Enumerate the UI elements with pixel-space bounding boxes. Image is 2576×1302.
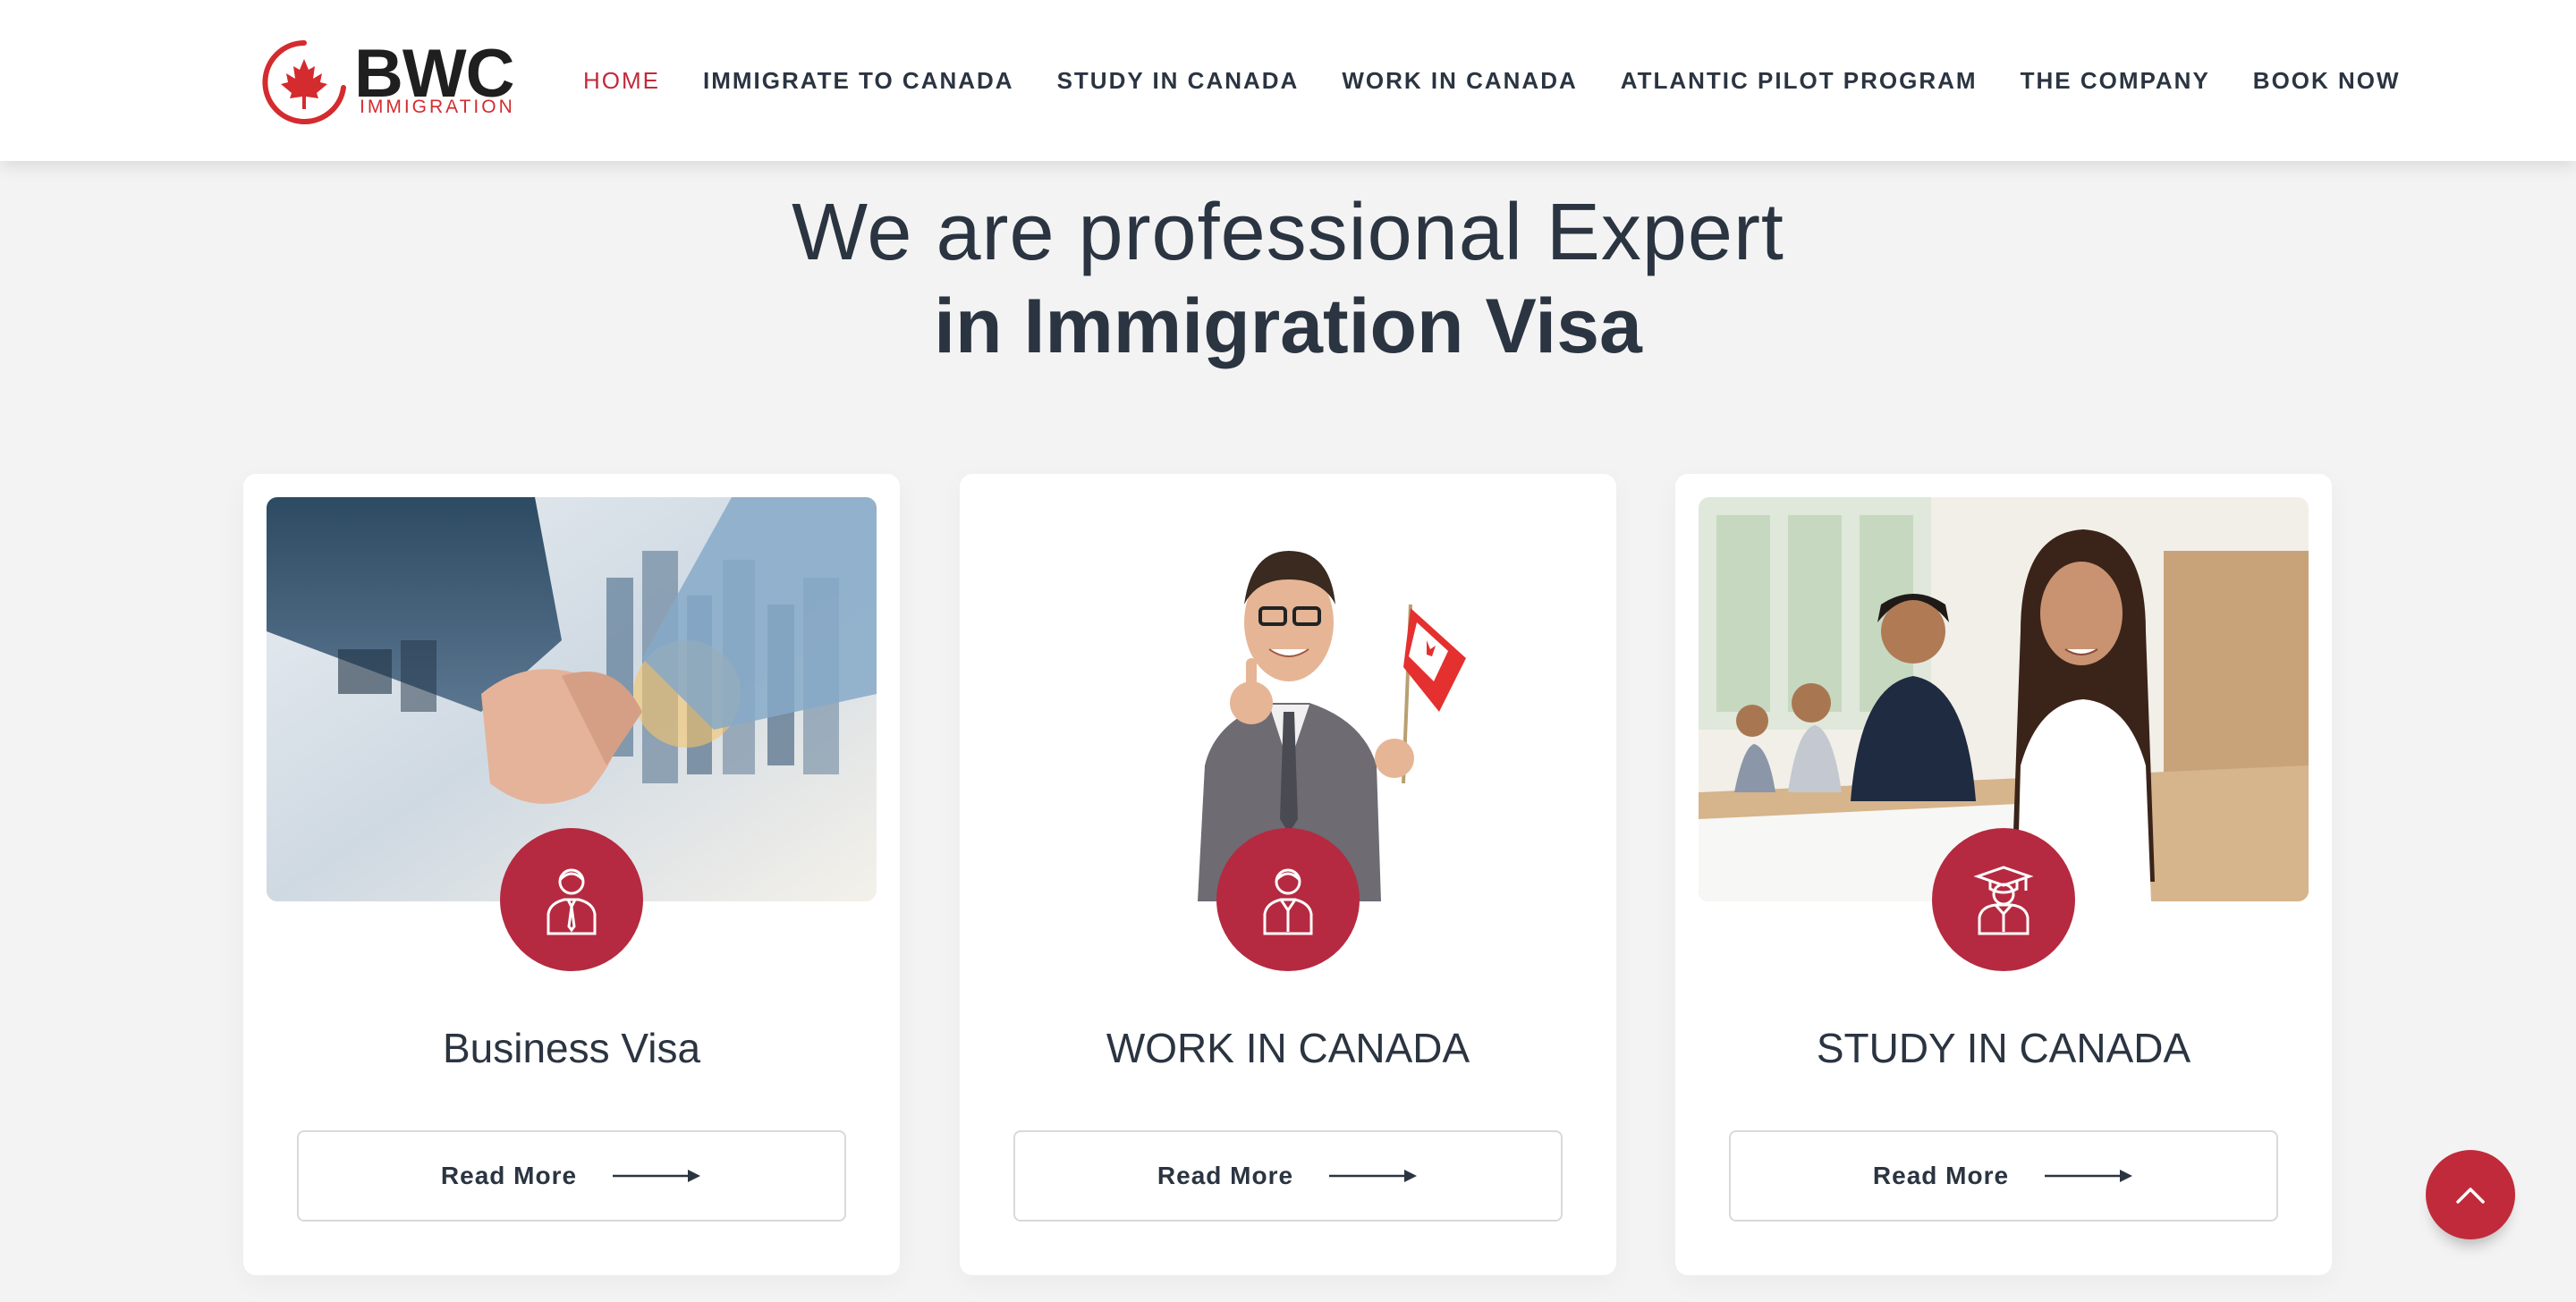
arrow-right-icon xyxy=(1329,1170,1418,1182)
arrow-right-icon xyxy=(613,1170,701,1182)
nav-item-immigrate-to-canada[interactable]: IMMIGRATE TO CANADA xyxy=(703,67,1014,95)
graduate-icon xyxy=(1973,866,2034,935)
card-title: WORK IN CANADA xyxy=(1106,1025,1470,1071)
read-more-label: Read More xyxy=(440,1162,578,1189)
nav-item-the-company[interactable]: THE COMPANY xyxy=(2021,67,2210,95)
businessman-icon-badge xyxy=(500,828,643,971)
heading-line-1: We are professional Expert xyxy=(792,188,1784,277)
study-in-canada-card: STUDY IN CANADA Read More xyxy=(1675,474,2332,1275)
heading-line-2: in Immigration Visa xyxy=(934,283,1642,369)
nav-item-work-in-canada[interactable]: WORK IN CANADA xyxy=(1342,67,1577,95)
read-more-label: Read More xyxy=(1872,1162,2010,1189)
scroll-to-top-button[interactable] xyxy=(2426,1150,2515,1239)
nav-item-atlantic-pilot-program[interactable]: ATLANTIC PILOT PROGRAM xyxy=(1621,67,1978,95)
site-header: BWC IMMIGRATION HOME IMMIGRATE TO CANADA… xyxy=(0,0,2576,161)
nav-item-study-in-canada[interactable]: STUDY IN CANADA xyxy=(1057,67,1300,95)
read-more-button[interactable]: Read More xyxy=(1013,1130,1563,1222)
card-title: Business Visa xyxy=(442,1025,701,1071)
work-in-canada-card: WORK IN CANADA Read More xyxy=(960,474,1616,1275)
worker-icon-badge xyxy=(1216,828,1360,971)
graduate-icon-badge xyxy=(1932,828,2075,971)
arrow-right-icon xyxy=(2045,1170,2133,1182)
brand-subtitle: IMMIGRATION xyxy=(360,97,515,117)
main-nav: HOME IMMIGRATE TO CANADA STUDY IN CANADA… xyxy=(583,0,2444,161)
read-more-button[interactable]: Read More xyxy=(1729,1130,2278,1222)
brand-logo[interactable]: BWC IMMIGRATION xyxy=(259,34,528,124)
nav-item-home[interactable]: HOME xyxy=(583,67,660,95)
chevron-up-icon xyxy=(2456,1188,2485,1204)
nav-item-book-now[interactable]: BOOK NOW xyxy=(2253,67,2401,95)
business-visa-card: Business Visa Read More xyxy=(243,474,900,1275)
read-more-button[interactable]: Read More xyxy=(297,1130,846,1222)
maple-leaf-logo-icon xyxy=(262,40,346,124)
worker-icon xyxy=(1263,868,1313,935)
businessman-icon xyxy=(547,868,597,935)
read-more-label: Read More xyxy=(1157,1162,1294,1189)
card-title: STUDY IN CANADA xyxy=(1816,1025,2191,1071)
section-heading: We are professional Expert in Immigratio… xyxy=(0,183,2576,371)
